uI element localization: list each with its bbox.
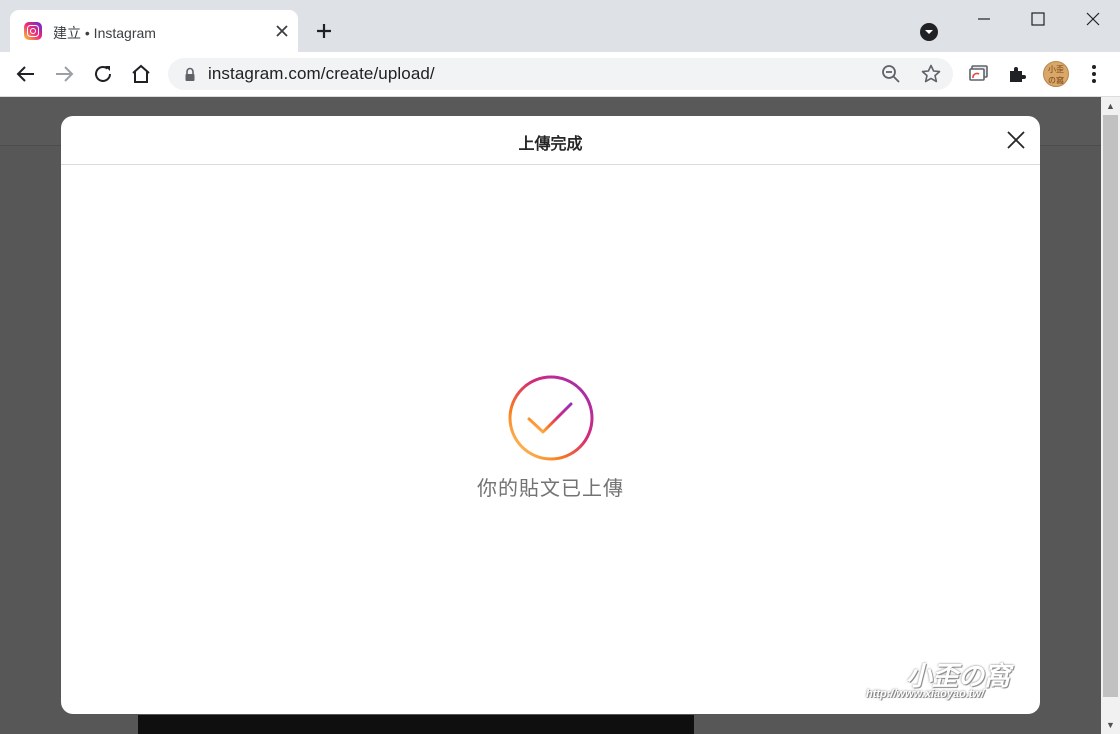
tab-search-icon[interactable] xyxy=(918,21,940,43)
upload-complete-dialog: 上傳完成 你的貼文已上傳 小歪の窩 http://www.xiaoyao.tw/ xyxy=(61,116,1040,714)
lock-icon[interactable] xyxy=(183,67,197,82)
scroll-up-arrow[interactable]: ▲ xyxy=(1101,97,1120,115)
watermark: 小歪の窩 http://www.xiaoyao.tw/ xyxy=(861,656,1031,706)
cast-icon[interactable] xyxy=(967,62,991,86)
scrollbar-thumb[interactable] xyxy=(1103,115,1118,697)
url-text: instagram.com/create/upload/ xyxy=(208,64,435,83)
tab-close-icon[interactable] xyxy=(272,21,292,41)
close-icon[interactable] xyxy=(1004,128,1028,152)
forward-icon[interactable] xyxy=(52,62,76,86)
address-bar[interactable]: instagram.com/create/upload/ xyxy=(168,58,953,90)
tab-title: 建立 • Instagram xyxy=(53,25,156,41)
zoom-icon[interactable] xyxy=(881,64,901,84)
menu-icon[interactable] xyxy=(1082,62,1106,86)
watermark-url: http://www.xiaoyao.tw/ xyxy=(866,688,985,700)
upload-message: 你的貼文已上傳 xyxy=(477,478,624,500)
star-icon[interactable] xyxy=(920,63,942,85)
maximize-icon[interactable] xyxy=(1018,6,1058,32)
upload-success-check-icon xyxy=(508,375,594,461)
scroll-down-arrow[interactable]: ▼ xyxy=(1101,716,1120,734)
browser-toolbar: instagram.com/create/upload/ xyxy=(0,52,1120,97)
dialog-header: 上傳完成 xyxy=(61,116,1040,165)
profile-avatar[interactable]: 小歪の窩 xyxy=(1043,61,1069,87)
tab-strip: 建立 • Instagram xyxy=(0,0,1120,52)
window-close-icon[interactable] xyxy=(1073,6,1113,32)
avatar-text: 小歪の窩 xyxy=(1048,65,1064,85)
reload-icon[interactable] xyxy=(91,62,115,86)
home-icon[interactable] xyxy=(129,62,153,86)
dialog-title: 上傳完成 xyxy=(518,136,583,153)
new-tab-plus-icon[interactable] xyxy=(312,19,336,43)
instagram-favicon-icon xyxy=(24,22,42,40)
back-icon[interactable] xyxy=(14,62,38,86)
minimize-icon[interactable] xyxy=(964,6,1004,32)
browser-tab[interactable]: 建立 • Instagram xyxy=(10,10,298,52)
extensions-icon[interactable] xyxy=(1006,62,1030,86)
